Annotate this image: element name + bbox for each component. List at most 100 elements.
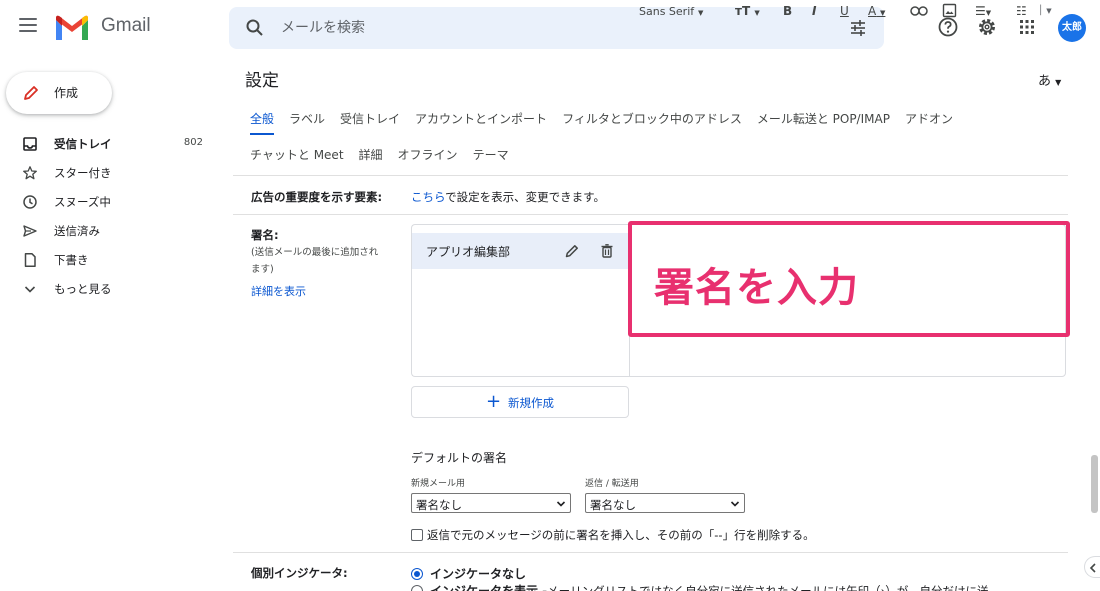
insert-signature-text: 返信で元のメッセージの前に署名を挿入し、その前の「--」行を削除する。 <box>427 528 815 542</box>
ads-label: 広告の重要度を示す要素: <box>251 190 383 204</box>
sidebar-nav: 受信トレイ 802 スター付き スヌーズ中 送信済み 下書き もっと見る <box>0 130 215 304</box>
italic-icon: I <box>812 4 817 18</box>
input-tools-toggle[interactable]: あ ▼ <box>1038 70 1061 89</box>
pencil-icon <box>24 86 38 100</box>
top-bar: Gmail 太郎 <box>0 0 1100 56</box>
insert-signature-checkbox[interactable] <box>411 529 423 541</box>
default-signature-title: デフォルトの署名 <box>411 451 508 465</box>
tab-forwarding[interactable]: メール転送と POP/IMAP <box>757 110 890 135</box>
ads-text: で設定を表示、変更できます。 <box>445 190 606 204</box>
sidebar-item-starred[interactable]: スター付き <box>0 159 215 188</box>
bold-icon: B <box>783 4 793 18</box>
sidebar-item-more[interactable]: もっと見る <box>0 275 215 304</box>
select-value: 署名なし <box>590 498 636 512</box>
indicator-option-none[interactable]: インジケータなし <box>411 565 526 582</box>
signature-sublabel: (送信メールの最後に追加され ます) <box>251 244 411 278</box>
font-select-label: Sans Serif <box>639 5 695 18</box>
indicator-option-show-desc: メーリングリストではなく自分宛に送信されたメールには矢印（›）が、自分だけに送 <box>547 583 989 591</box>
font-size-button[interactable]: тT ▼ <box>735 0 760 22</box>
search-options-icon[interactable] <box>848 18 868 38</box>
tab-chat-meet[interactable]: チャットと Meet <box>250 146 344 169</box>
tab-offline[interactable]: オフライン <box>398 146 458 169</box>
tab-labels[interactable]: ラベル <box>289 110 325 135</box>
star-icon <box>23 166 37 180</box>
ads-description: こちらで設定を表示、変更できます。 <box>411 189 605 205</box>
annotation-highlight-box: 署名を入力 <box>628 221 1070 337</box>
list-icon: ☷ <box>1016 4 1027 18</box>
clock-icon <box>23 195 37 209</box>
ads-settings-link[interactable]: こちら <box>411 190 445 204</box>
signature-list: アプリオ編集部 <box>411 224 629 377</box>
signature-sublabel-line1: (送信メールの最後に追加され <box>251 247 379 258</box>
align-icon: ☰ <box>975 4 986 18</box>
main-menu-icon[interactable] <box>19 18 37 32</box>
trash-icon[interactable] <box>599 243 615 259</box>
tab-general[interactable]: 全般 <box>250 110 275 135</box>
sidebar-item-label: 送信済み <box>54 224 100 238</box>
align-button[interactable]: ☰▼ <box>975 0 991 22</box>
sidebar-item-snoozed[interactable]: スヌーズ中 <box>0 188 215 217</box>
side-panel-toggle[interactable] <box>1084 556 1100 578</box>
search-input[interactable] <box>281 16 801 40</box>
compose-label: 作成 <box>54 86 79 100</box>
chevron-down-icon <box>556 501 566 507</box>
insert-signature-checkbox-row[interactable]: 返信で元のメッセージの前に署名を挿入し、その前の「--」行を削除する。 <box>411 527 815 543</box>
caret-down-icon: ▼ <box>880 9 886 17</box>
radio-selected[interactable] <box>411 567 423 580</box>
gmail-logo[interactable] <box>54 14 90 42</box>
list-button[interactable]: ☷ <box>1016 0 1027 22</box>
account-avatar[interactable]: 太郎 <box>1058 14 1086 42</box>
chevron-left-icon <box>1089 563 1096 573</box>
text-size-icon: тT <box>735 4 751 18</box>
new-mail-signature-select[interactable]: 署名なし <box>411 493 571 513</box>
link-icon[interactable] <box>910 5 928 17</box>
tab-filters[interactable]: フィルタとブロック中のアドレス <box>562 110 742 135</box>
scrollbar-thumb[interactable] <box>1091 455 1098 513</box>
indicator-option-show-label: インジケータを表示 - <box>430 584 548 591</box>
reply-signature-select[interactable]: 署名なし <box>585 493 745 513</box>
underline-button[interactable]: U <box>840 0 849 22</box>
edit-pencil-icon[interactable] <box>564 243 580 259</box>
sidebar-item-sent[interactable]: 送信済み <box>0 217 215 246</box>
divider <box>233 214 1068 215</box>
caret-down-icon: ▼ <box>1046 7 1052 15</box>
tab-themes[interactable]: テーマ <box>473 146 509 169</box>
italic-button[interactable]: I <box>812 0 816 22</box>
signature-entry[interactable]: アプリオ編集部 <box>412 233 629 269</box>
app-name: Gmail <box>101 15 151 36</box>
reply-forward-label: 返信 / 転送用 <box>585 479 639 489</box>
new-mail-label: 新規メール用 <box>411 479 466 489</box>
sidebar-item-label: スヌーズ中 <box>54 195 111 209</box>
annotation-text: 署名を入力 <box>654 265 859 311</box>
tab-addons[interactable]: アドオン <box>905 110 953 135</box>
search-icon[interactable] <box>245 18 265 38</box>
radio-unselected[interactable] <box>411 584 423 591</box>
select-value: 署名なし <box>416 498 462 512</box>
image-icon[interactable] <box>942 3 957 18</box>
sidebar-item-drafts[interactable]: 下書き <box>0 246 215 275</box>
sidebar-item-label: もっと見る <box>54 282 112 296</box>
sidebar-item-label: スター付き <box>54 166 112 180</box>
tab-advanced[interactable]: 詳細 <box>359 146 383 169</box>
signature-sublabel-line2: ます) <box>251 264 274 275</box>
compose-button[interactable]: 作成 <box>6 72 112 114</box>
chevron-down-icon <box>24 286 36 293</box>
caret-down-icon: ▼ <box>754 9 760 17</box>
signature-entry-name: アプリオ編集部 <box>426 245 511 259</box>
caret-down-icon: ▼ <box>1055 78 1062 87</box>
underline-icon: U <box>840 4 849 18</box>
settings-tabs: 全般 ラベル 受信トレイ アカウントとインポート フィルタとブロック中のアドレス… <box>250 110 953 135</box>
tab-inbox[interactable]: 受信トレイ <box>340 110 400 135</box>
text-color-button[interactable]: A ▼ <box>868 0 885 22</box>
bold-button[interactable]: B <box>783 0 792 22</box>
caret-down-icon: ▼ <box>697 9 704 17</box>
font-select[interactable]: Sans Serif ▼ <box>639 0 703 22</box>
indicator-option-show[interactable]: インジケータを表示 - メーリングリストではなく自分宛に送信されたメールには矢印… <box>411 582 989 591</box>
sidebar-item-inbox[interactable]: 受信トレイ 802 <box>0 130 215 159</box>
input-tools-label: あ <box>1038 74 1052 89</box>
signature-details-link[interactable]: 詳細を表示 <box>251 283 306 299</box>
new-signature-button[interactable]: + 新規作成 <box>411 386 629 418</box>
tab-accounts[interactable]: アカウントとインポート <box>415 110 547 135</box>
more-formatting-button[interactable]: │ ▼ <box>1038 0 1052 22</box>
help-icon[interactable] <box>937 16 959 38</box>
